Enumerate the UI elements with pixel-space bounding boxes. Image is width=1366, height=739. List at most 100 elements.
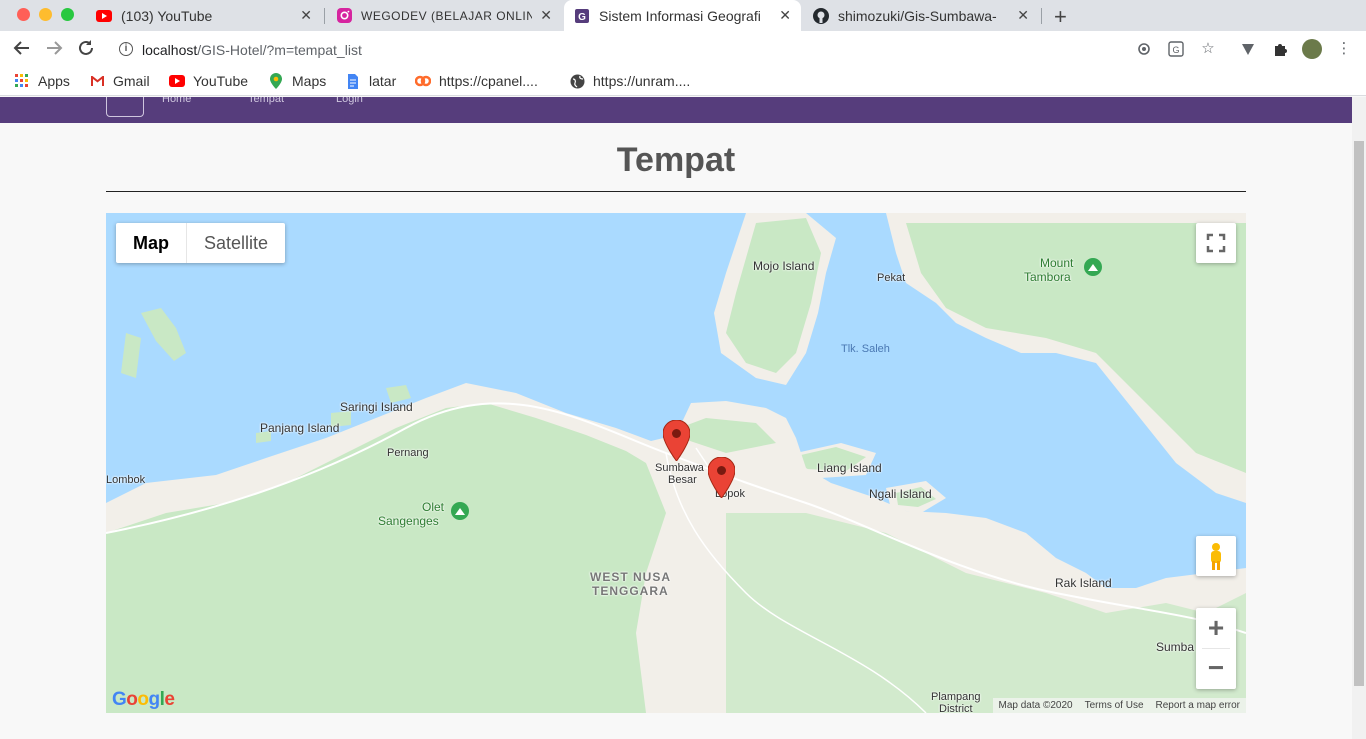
map-label-teluk-saleh: Tlk. Saleh bbox=[841, 343, 890, 355]
close-tab-icon[interactable]: ✕ bbox=[540, 7, 552, 24]
map-label-plampang-2: District bbox=[939, 703, 973, 713]
tab-title: (103) YouTube bbox=[121, 7, 213, 24]
location-icon[interactable] bbox=[1136, 41, 1152, 57]
tab-title: shimozuki/Gis-Sumbawa- bbox=[838, 7, 997, 24]
bookmark-unram[interactable]: https://unram.... bbox=[569, 73, 690, 89]
terms-of-use-link[interactable]: Terms of Use bbox=[1085, 700, 1144, 713]
bookmark-gmail[interactable]: Gmail bbox=[89, 73, 150, 89]
map-label-pernang: Pernang bbox=[387, 447, 429, 459]
marker-pin-icon bbox=[707, 456, 736, 499]
bookmark-label: https://cpanel.... bbox=[439, 73, 538, 89]
reload-icon bbox=[79, 40, 93, 55]
tab-youtube[interactable]: (103) YouTube ✕ bbox=[86, 0, 322, 31]
tab-strip: (103) YouTube ✕ WEGODEV (BELAJAR ONLINE … bbox=[0, 0, 1366, 31]
close-window-button[interactable] bbox=[17, 8, 30, 21]
reload-button[interactable] bbox=[77, 39, 95, 62]
map-label-sumba: Sumba bbox=[1156, 640, 1195, 654]
url-text[interactable]: localhost/GIS-Hotel/?m=tempat_list bbox=[142, 42, 362, 58]
svg-text:G: G bbox=[578, 12, 586, 23]
instagram-icon bbox=[336, 8, 352, 24]
nav-tempat-link[interactable]: Tempat bbox=[248, 97, 284, 105]
address-bar[interactable]: i localhost/GIS-Hotel/?m=tempat_list bbox=[110, 35, 1180, 65]
bookmark-apps[interactable]: Apps bbox=[14, 73, 70, 89]
back-button[interactable] bbox=[13, 39, 31, 62]
street-view-pegman-button[interactable] bbox=[1196, 536, 1236, 576]
marker-pin-icon bbox=[662, 419, 691, 462]
scrollbar-thumb[interactable] bbox=[1354, 141, 1364, 686]
tab-github[interactable]: shimozuki/Gis-Sumbawa- ✕ bbox=[803, 0, 1039, 31]
map-label-panjang-island: Panjang Island bbox=[260, 421, 340, 435]
bookmark-label: https://unram.... bbox=[593, 73, 691, 89]
cpanel-icon bbox=[415, 73, 431, 89]
profile-avatar[interactable] bbox=[1302, 39, 1322, 59]
report-map-error-link[interactable]: Report a map error bbox=[1156, 700, 1240, 713]
close-tab-icon[interactable]: ✕ bbox=[300, 7, 312, 24]
bookmarks-bar: Apps Gmail YouTube Maps latar https://cp… bbox=[0, 69, 1366, 96]
zoom-control: + − bbox=[1196, 608, 1236, 689]
star-icon[interactable]: ☆ bbox=[1200, 41, 1216, 57]
minimize-window-button[interactable] bbox=[39, 8, 52, 21]
vpn-extension-icon[interactable] bbox=[1240, 41, 1256, 57]
map-type-satellite-button[interactable]: Satellite bbox=[187, 223, 285, 263]
close-tab-icon[interactable]: ✕ bbox=[779, 7, 791, 24]
map-label-plampang-1: Plampang bbox=[931, 691, 981, 703]
page-scrollbar[interactable] bbox=[1352, 97, 1366, 739]
gis-app-icon: G bbox=[574, 8, 590, 24]
arrow-right-icon bbox=[47, 41, 63, 55]
bookmark-label: YouTube bbox=[193, 73, 249, 89]
translate-icon[interactable]: G bbox=[1168, 41, 1184, 57]
bookmark-label: Apps bbox=[38, 73, 70, 89]
forward-button[interactable] bbox=[45, 39, 63, 62]
arrow-left-icon bbox=[13, 41, 29, 55]
kebab-menu-icon[interactable]: ⋮ bbox=[1336, 41, 1352, 57]
fullscreen-icon bbox=[1206, 233, 1226, 253]
map-label-saringi-island: Saringi Island bbox=[340, 400, 413, 414]
new-tab-button[interactable]: + bbox=[1054, 4, 1067, 30]
close-tab-icon[interactable]: ✕ bbox=[1017, 7, 1029, 24]
info-icon[interactable]: i bbox=[119, 42, 133, 56]
bookmark-maps[interactable]: Maps bbox=[268, 73, 326, 89]
site-navbar: Home Tempat Login bbox=[0, 97, 1352, 123]
zoom-out-button[interactable]: − bbox=[1196, 649, 1236, 689]
bookmark-cpanel[interactable]: https://cpanel.... bbox=[415, 73, 538, 89]
tab-instagram[interactable]: WEGODEV (BELAJAR ONLINE ✕ bbox=[326, 0, 562, 31]
tab-title: Sistem Informasi Geografi bbox=[599, 7, 761, 24]
youtube-icon bbox=[96, 8, 112, 24]
gmail-icon bbox=[89, 73, 105, 89]
nav-login-link[interactable]: Login bbox=[336, 97, 363, 105]
mountain-icon bbox=[451, 502, 469, 525]
globe-icon bbox=[569, 73, 585, 89]
map-type-map-button[interactable]: Map bbox=[116, 223, 187, 263]
map-label-olet-2: Sangenges bbox=[378, 514, 439, 528]
google-logo[interactable]: Google bbox=[112, 689, 175, 711]
google-map[interactable]: Map Satellite + − Mojo Island Pekat Moun… bbox=[106, 213, 1246, 713]
fullscreen-button[interactable] bbox=[1196, 223, 1236, 263]
youtube-icon bbox=[169, 73, 185, 89]
map-label-sumbawa-besar-2: Besar bbox=[668, 474, 697, 486]
map-label-liang-island: Liang Island bbox=[817, 461, 882, 475]
site-logo[interactable] bbox=[106, 97, 144, 117]
map-label-ntb-2: TENGGARA bbox=[592, 584, 669, 598]
map-label-ngali-island: Ngali Island bbox=[869, 487, 932, 501]
map-label-mojo-island: Mojo Island bbox=[753, 259, 815, 273]
map-data-text: Map data ©2020 bbox=[998, 700, 1073, 711]
map-type-control: Map Satellite bbox=[116, 223, 286, 263]
puzzle-extensions-icon[interactable] bbox=[1272, 41, 1288, 57]
map-label-rak-island: Rak Island bbox=[1055, 576, 1112, 590]
map-label-mount-tambora-2: Tambora bbox=[1024, 270, 1071, 284]
map-marker[interactable] bbox=[662, 419, 691, 466]
map-attribution: Map data ©2020 Terms of Use Report a map… bbox=[992, 698, 1246, 713]
zoom-in-button[interactable]: + bbox=[1196, 608, 1236, 648]
tab-gis[interactable]: G Sistem Informasi Geografi ✕ bbox=[564, 0, 801, 31]
page-title: Tempat bbox=[616, 141, 736, 179]
bookmark-latar[interactable]: latar bbox=[345, 73, 396, 89]
mountain-icon bbox=[1084, 258, 1102, 281]
maximize-window-button[interactable] bbox=[61, 8, 74, 21]
map-label-olet-1: Olet bbox=[422, 500, 445, 514]
bookmark-youtube[interactable]: YouTube bbox=[169, 73, 248, 89]
document-icon bbox=[345, 73, 361, 89]
map-marker[interactable] bbox=[707, 456, 736, 503]
bookmark-label: Gmail bbox=[113, 73, 150, 89]
nav-home-link[interactable]: Home bbox=[162, 97, 191, 105]
maps-icon bbox=[268, 73, 284, 89]
